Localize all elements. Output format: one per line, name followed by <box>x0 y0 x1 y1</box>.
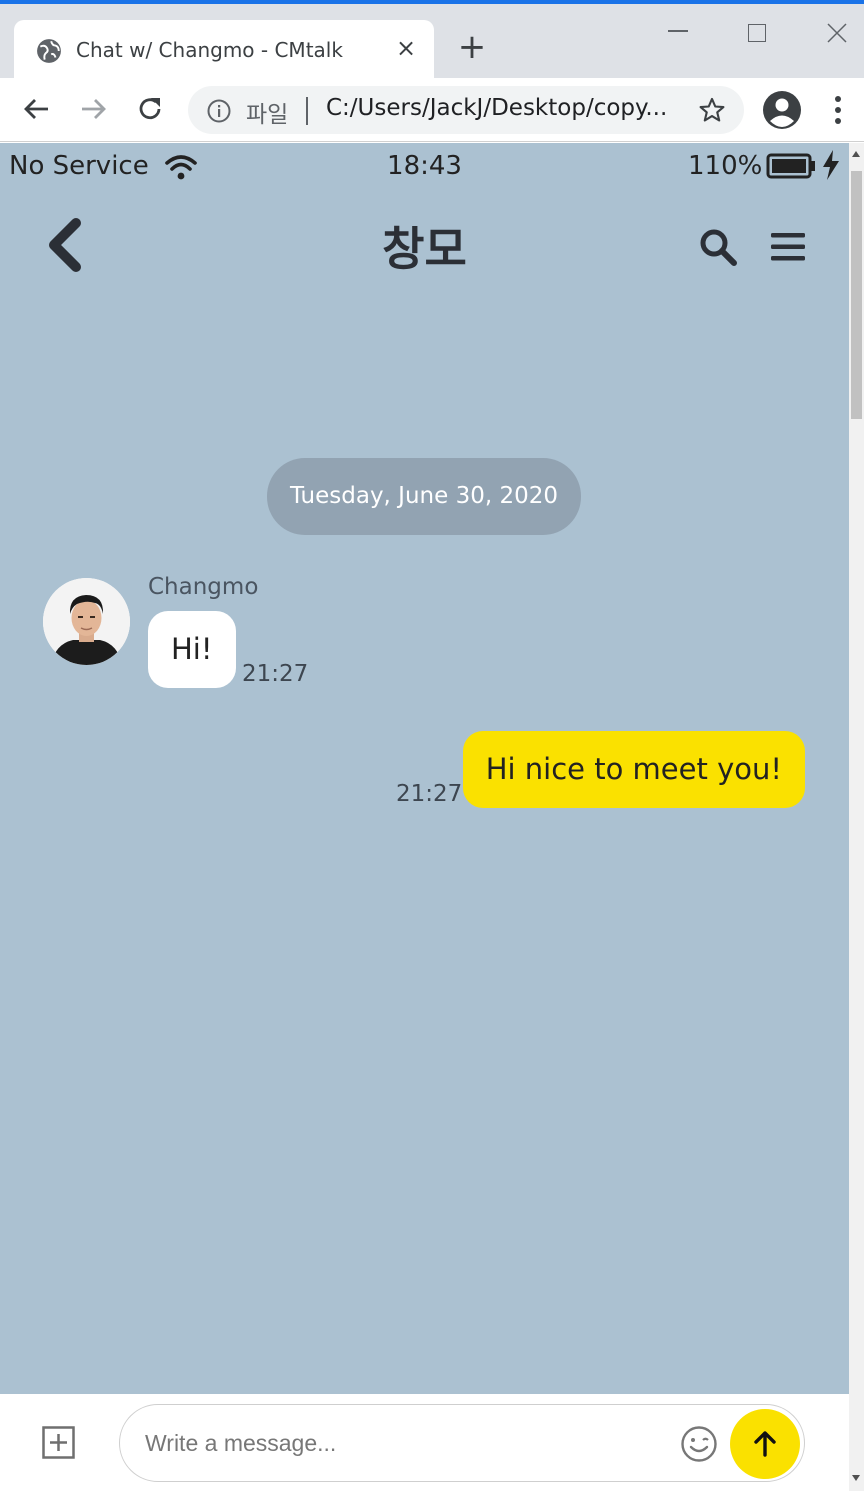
avatar-portrait <box>43 578 130 665</box>
maximize-window-button[interactable] <box>748 24 766 42</box>
hamburger-menu-icon[interactable] <box>770 231 806 263</box>
browser-tab[interactable]: Chat w/ Changmo - CMtalk × <box>14 20 434 80</box>
message-timestamp: 21:27 <box>242 661 309 687</box>
scroll-thumb[interactable] <box>851 171 862 419</box>
info-icon[interactable] <box>206 98 232 124</box>
close-icon[interactable]: × <box>394 36 418 60</box>
message-input[interactable] <box>145 1421 665 1465</box>
message-composer <box>0 1394 849 1491</box>
address-bar[interactable]: 파일 C:/Users/JackJ/Desktop/copy... <box>188 86 744 134</box>
kebab-menu-icon[interactable] <box>826 92 850 128</box>
reload-icon[interactable] <box>133 92 167 126</box>
browser-tabstrip: Chat w/ Changmo - CMtalk × + <box>0 4 864 80</box>
address-scheme: 파일 <box>246 102 289 128</box>
battery-percent: 110% <box>688 151 763 181</box>
profile-icon[interactable] <box>762 90 802 130</box>
scroll-down-arrow[interactable] <box>852 1475 860 1481</box>
globe-icon <box>37 39 61 63</box>
message-input-wrapper <box>119 1404 805 1482</box>
message-timestamp: 21:27 <box>396 781 463 807</box>
status-bar: No Service 18:43 110% <box>0 143 849 193</box>
incoming-message-bubble[interactable]: Hi! <box>148 611 236 688</box>
scroll-up-arrow[interactable] <box>852 151 860 157</box>
battery-icon <box>766 153 815 179</box>
outgoing-message-bubble[interactable]: Hi nice to meet you! <box>462 731 805 808</box>
address-divider <box>306 97 308 125</box>
tab-title: Chat w/ Changmo - CMtalk <box>76 38 343 62</box>
avatar[interactable] <box>43 578 130 665</box>
star-icon[interactable] <box>698 96 726 124</box>
minimize-window-button[interactable] <box>668 30 688 32</box>
send-button[interactable] <box>730 1409 800 1479</box>
date-divider: Tuesday, June 30, 2020 <box>267 458 581 535</box>
close-window-button[interactable] <box>826 22 848 44</box>
sender-name: Changmo <box>148 574 259 600</box>
charging-bolt-icon <box>823 150 839 180</box>
browser-toolbar: 파일 C:/Users/JackJ/Desktop/copy... <box>0 78 864 142</box>
chat-header: 창모 <box>0 193 849 297</box>
emoji-icon[interactable] <box>680 1425 718 1463</box>
send-arrow-icon <box>754 1431 776 1457</box>
forward-arrow-icon[interactable] <box>76 92 110 126</box>
plus-icon[interactable]: + <box>456 30 488 64</box>
chat-page: No Service 18:43 110% 창모 Tuesday, June 3… <box>0 143 849 1491</box>
search-icon[interactable] <box>698 227 738 267</box>
add-attachment-icon[interactable] <box>42 1426 75 1459</box>
page-scrollbar[interactable] <box>849 143 864 1491</box>
address-url[interactable]: C:/Users/JackJ/Desktop/copy... <box>326 95 667 121</box>
back-arrow-icon[interactable] <box>20 92 54 126</box>
